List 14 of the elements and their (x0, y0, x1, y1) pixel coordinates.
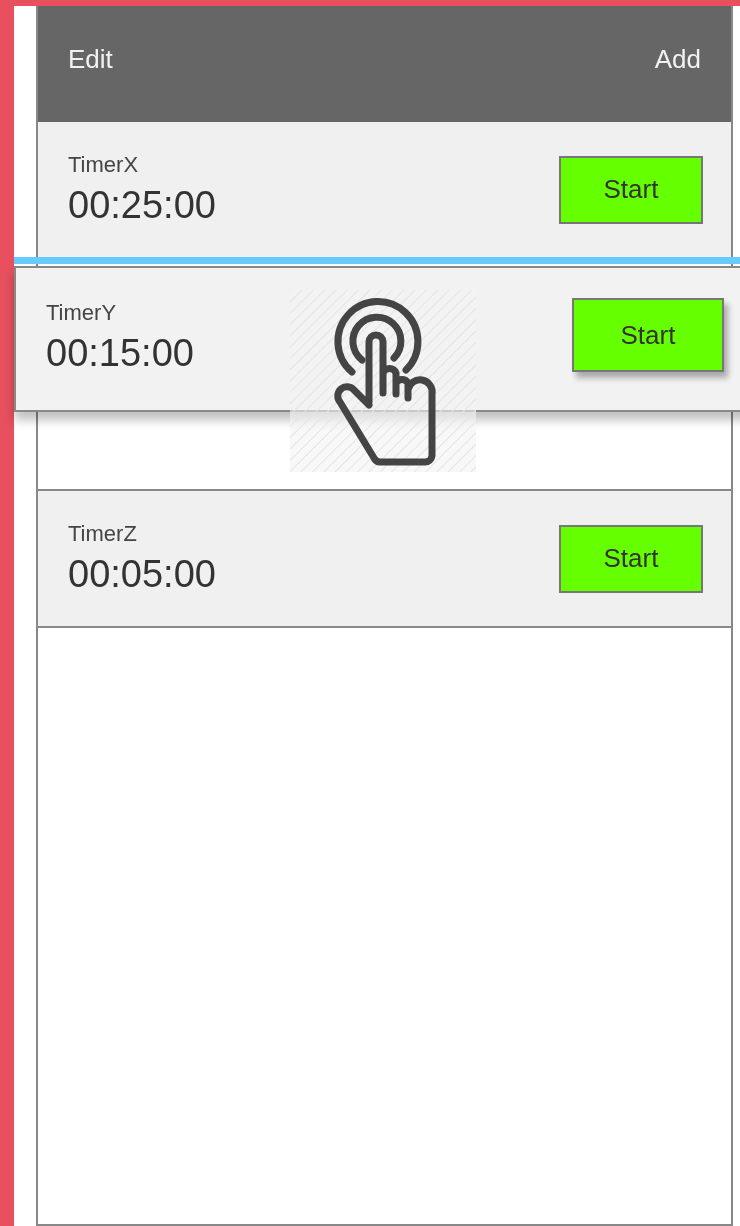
timer-name: TimerZ (68, 521, 138, 547)
timer-row[interactable]: TimerZ 00:05:00 Start (38, 491, 731, 628)
start-button[interactable]: Start (559, 155, 703, 224)
tap-hand-icon (290, 290, 476, 472)
timer-name: TimerY (46, 299, 118, 326)
add-button[interactable]: Add (654, 44, 701, 75)
timer-time: 00:05:00 (68, 553, 216, 596)
timer-row[interactable]: TimerX 00:25:00 Start (38, 122, 731, 259)
timer-time: 00:25:00 (68, 184, 216, 227)
start-button[interactable]: Start (572, 298, 724, 372)
timer-time: 00:15:00 (46, 331, 194, 375)
start-button[interactable]: Start (559, 524, 703, 593)
timer-name: TimerX (68, 152, 140, 178)
edit-button[interactable]: Edit (68, 44, 113, 75)
